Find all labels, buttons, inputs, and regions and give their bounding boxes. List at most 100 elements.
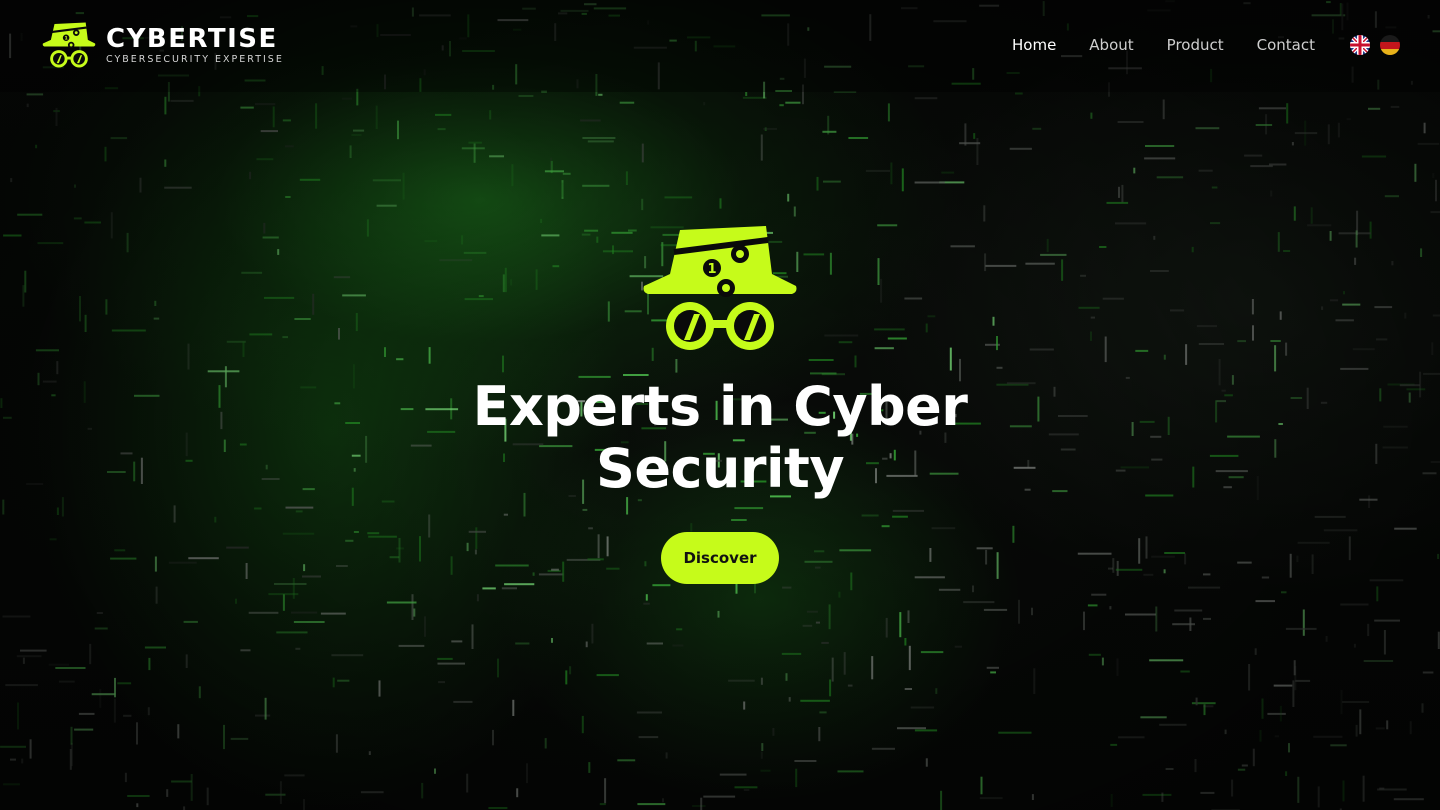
matrix-mark xyxy=(249,333,273,336)
matrix-mark xyxy=(1198,343,1224,345)
matrix-mark xyxy=(617,759,636,762)
discover-button[interactable]: Discover xyxy=(661,532,779,584)
matrix-mark xyxy=(386,601,417,604)
matrix-mark xyxy=(814,550,825,553)
matrix-mark xyxy=(1348,536,1351,561)
matrix-mark xyxy=(1302,609,1305,636)
matrix-mark xyxy=(914,181,945,184)
matrix-mark xyxy=(1255,124,1273,126)
matrix-mark xyxy=(1248,664,1251,691)
matrix-mark xyxy=(904,297,923,300)
matrix-mark xyxy=(692,805,706,807)
matrix-mark xyxy=(245,563,248,579)
matrix-mark xyxy=(785,673,788,681)
matrix-mark xyxy=(1244,154,1263,157)
matrix-mark xyxy=(1414,163,1417,182)
matrix-mark xyxy=(260,130,278,133)
brand-logo[interactable]: 1 CYBERTISE CYBERSECURITY EXPERTISE xyxy=(40,22,284,68)
matrix-mark xyxy=(284,774,305,777)
matrix-mark xyxy=(1195,697,1198,706)
matrix-mark xyxy=(1386,720,1389,730)
matrix-mark xyxy=(84,221,101,224)
matrix-mark xyxy=(397,120,399,140)
matrix-mark xyxy=(87,427,92,430)
matrix-mark xyxy=(504,267,507,293)
matrix-mark xyxy=(516,788,519,798)
matrix-mark xyxy=(303,564,306,572)
matrix-mark xyxy=(976,547,993,550)
matrix-mark xyxy=(453,700,473,703)
matrix-mark xyxy=(1250,165,1273,168)
matrix-mark xyxy=(110,212,113,239)
matrix-mark xyxy=(1165,768,1174,770)
matrix-mark xyxy=(728,679,755,682)
matrix-mark xyxy=(1431,342,1434,355)
matrix-mark xyxy=(1189,617,1192,631)
matrix-mark xyxy=(353,531,359,533)
matrix-mark xyxy=(468,530,486,533)
matrix-mark xyxy=(1125,376,1130,379)
matrix-mark xyxy=(690,523,693,532)
matrix-mark xyxy=(171,780,192,783)
matrix-mark xyxy=(42,380,57,383)
matrix-mark xyxy=(342,294,366,297)
nav-item-home[interactable]: Home xyxy=(1012,36,1056,54)
matrix-mark xyxy=(606,536,609,557)
matrix-mark xyxy=(1083,611,1085,631)
matrix-mark xyxy=(808,359,834,361)
matrix-mark xyxy=(188,557,219,560)
matrix-mark xyxy=(843,652,846,675)
matrix-mark xyxy=(641,143,644,163)
matrix-mark xyxy=(265,464,268,470)
matrix-mark xyxy=(985,264,1017,267)
matrix-mark xyxy=(1209,454,1239,457)
matrix-mark xyxy=(782,586,792,589)
matrix-mark xyxy=(838,341,853,344)
matrix-mark xyxy=(351,134,362,136)
matrix-mark xyxy=(1018,599,1020,624)
matrix-mark xyxy=(488,807,508,809)
matrix-mark xyxy=(763,127,777,130)
nav-item-about[interactable]: About xyxy=(1089,36,1133,54)
matrix-mark xyxy=(74,184,76,188)
matrix-mark xyxy=(136,803,139,808)
matrix-mark xyxy=(800,699,830,702)
matrix-mark xyxy=(26,483,44,485)
germany-flag-icon[interactable] xyxy=(1380,35,1400,55)
matrix-mark xyxy=(164,96,167,115)
nav-item-contact[interactable]: Contact xyxy=(1257,36,1315,54)
matrix-mark xyxy=(1077,552,1112,555)
matrix-mark xyxy=(368,535,397,538)
matrix-mark xyxy=(510,279,513,286)
matrix-mark xyxy=(874,347,894,350)
matrix-mark xyxy=(1259,730,1262,742)
matrix-mark xyxy=(424,616,426,637)
matrix-mark xyxy=(611,231,633,234)
matrix-mark xyxy=(566,558,601,561)
matrix-mark xyxy=(795,768,798,788)
matrix-mark xyxy=(1297,541,1330,544)
matrix-mark xyxy=(1387,383,1415,386)
matrix-mark xyxy=(848,137,869,139)
matrix-mark xyxy=(1174,609,1203,612)
matrix-mark xyxy=(207,370,240,373)
matrix-mark xyxy=(1210,222,1221,225)
matrix-mark xyxy=(1283,250,1291,252)
matrix-mark xyxy=(1159,723,1187,726)
matrix-mark xyxy=(51,394,56,397)
matrix-mark xyxy=(1192,466,1195,488)
nav-item-product[interactable]: Product xyxy=(1167,36,1224,54)
matrix-mark xyxy=(831,657,834,682)
matrix-mark xyxy=(302,488,315,491)
matrix-mark xyxy=(489,155,504,158)
matrix-mark xyxy=(17,702,19,730)
matrix-mark xyxy=(279,781,282,804)
matrix-mark xyxy=(535,269,538,290)
uk-flag-icon[interactable] xyxy=(1350,35,1370,55)
matrix-mark xyxy=(1432,314,1440,317)
matrix-mark xyxy=(110,557,137,560)
matrix-mark xyxy=(3,234,22,237)
matrix-mark xyxy=(887,337,907,340)
matrix-mark xyxy=(625,171,628,185)
matrix-mark xyxy=(240,649,251,652)
